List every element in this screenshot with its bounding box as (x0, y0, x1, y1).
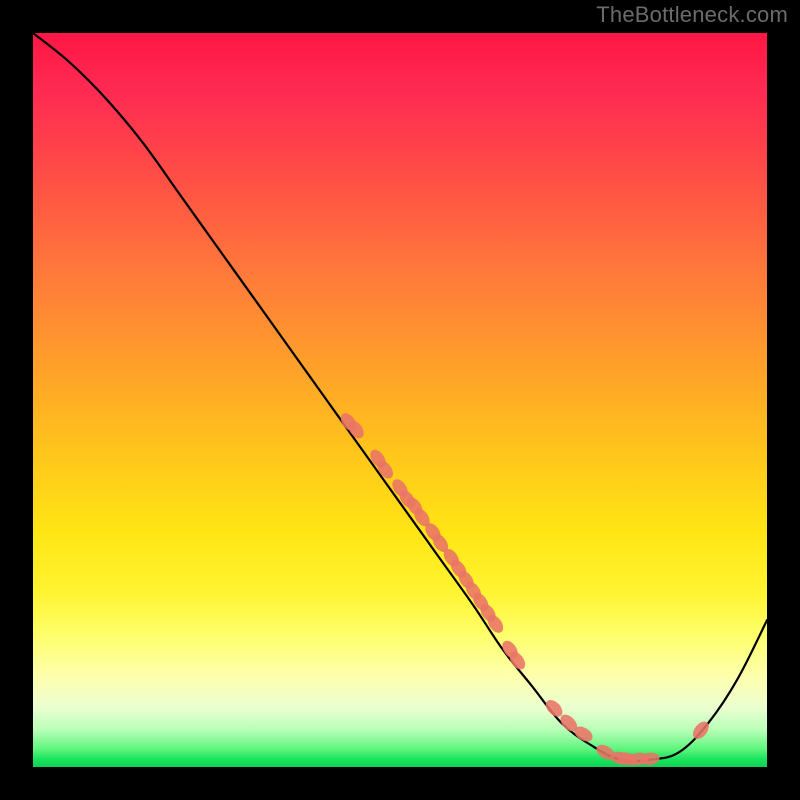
chart-svg (33, 33, 767, 767)
watermark-text: TheBottleneck.com (596, 2, 788, 28)
marker-group (338, 410, 712, 767)
plot-area (33, 33, 767, 767)
bottleneck-curve (33, 33, 767, 761)
chart-frame: TheBottleneck.com (0, 0, 800, 800)
